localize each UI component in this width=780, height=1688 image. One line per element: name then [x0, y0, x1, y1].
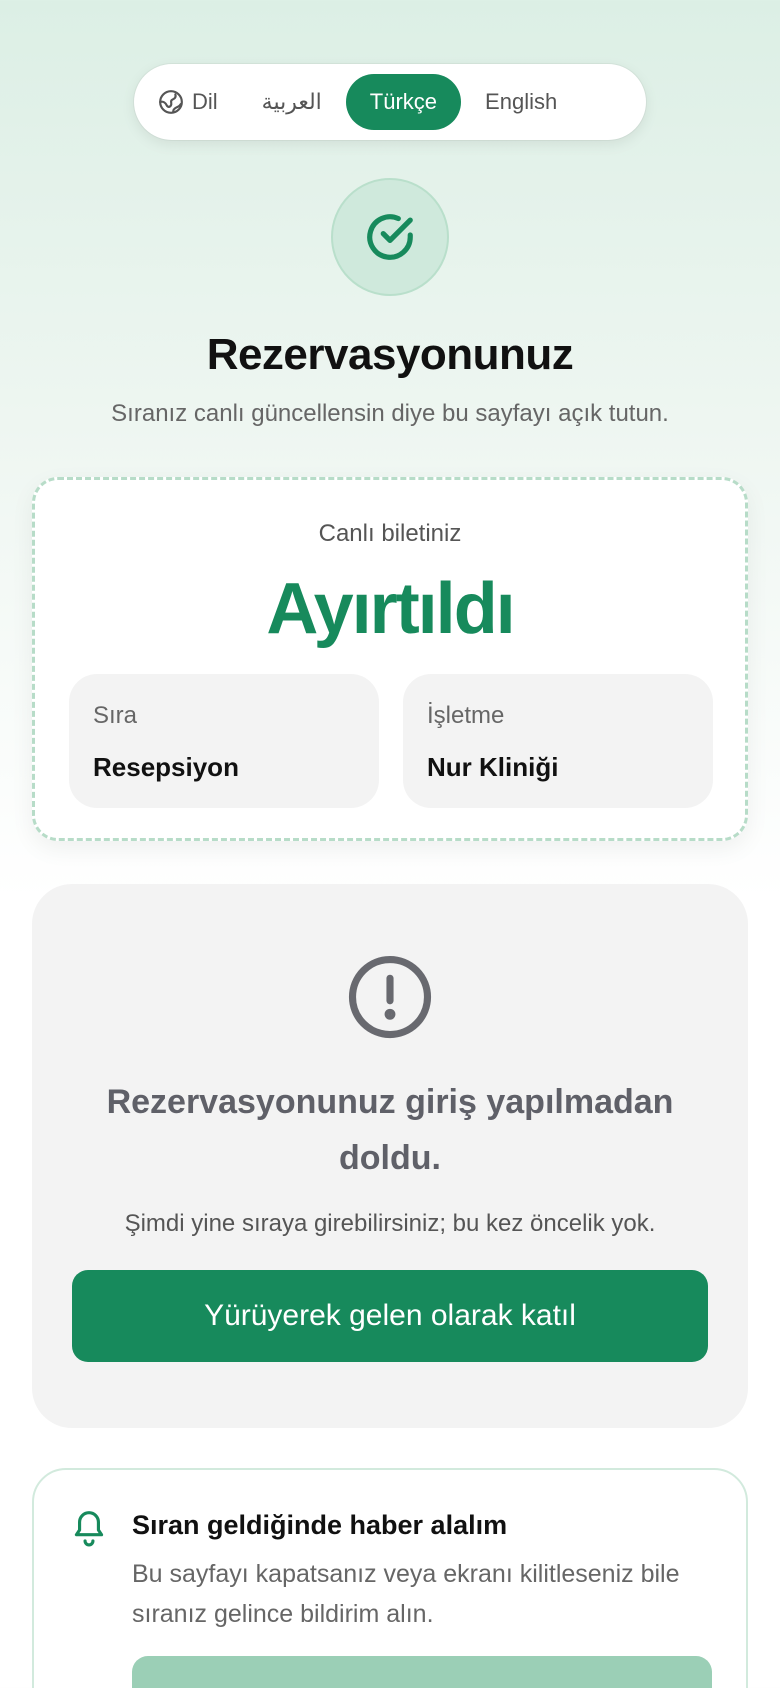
language-label[interactable]: Dil	[144, 89, 238, 115]
live-ticket-card: Canlı biletiniz Ayırtıldı Sıra Resepsiyo…	[32, 477, 748, 841]
language-switcher: Dil العربية Türkçe English	[134, 64, 646, 140]
ticket-label: Canlı biletiniz	[318, 520, 462, 547]
success-badge	[331, 178, 449, 296]
queue-info: Sıra Resepsiyon	[69, 674, 379, 808]
business-value: Nur Kliniği	[427, 752, 559, 782]
language-option-turkish[interactable]: Türkçe	[345, 74, 462, 130]
page-title: Rezervasyonunuz	[206, 330, 574, 379]
notification-title: Sıran geldiğinde haber alalım	[132, 1510, 508, 1540]
bell-icon	[74, 1511, 104, 1547]
notification-text: Bu sayfayı kapatsanız veya ekranı kilitl…	[132, 1560, 680, 1628]
check-circle-icon	[367, 214, 413, 260]
queue-value: Resepsiyon	[93, 752, 239, 782]
expired-title: Rezervasyonunuz giriş yapılmadan doldu.	[106, 1083, 674, 1177]
expired-text: Şimdi yine sıraya girebilirsiniz; bu kez…	[124, 1210, 656, 1237]
language-option-english[interactable]: English	[461, 74, 581, 130]
expired-notice-card: Rezervasyonunuz giriş yapılmadan doldu. …	[32, 884, 748, 1428]
globe-icon	[159, 90, 183, 114]
page-subtitle: Sıranız canlı güncellensin diye bu sayfa…	[111, 400, 669, 427]
notification-card: Sıran geldiğinde haber alalım Bu sayfayı…	[32, 1468, 748, 1688]
language-option-arabic[interactable]: العربية	[238, 74, 346, 130]
business-info: İşletme Nur Kliniği	[403, 674, 713, 808]
join-as-walk-in-button[interactable]: Yürüyerek gelen olarak katıl	[72, 1270, 708, 1362]
queue-label: Sıra	[93, 702, 138, 729]
language-label-text: Dil	[192, 89, 218, 114]
ticket-status: Ayırtıldı	[266, 569, 515, 649]
enable-notifications-button[interactable]	[132, 1656, 712, 1688]
exclamation-circle-icon	[348, 955, 432, 1039]
business-label: İşletme	[427, 702, 505, 729]
